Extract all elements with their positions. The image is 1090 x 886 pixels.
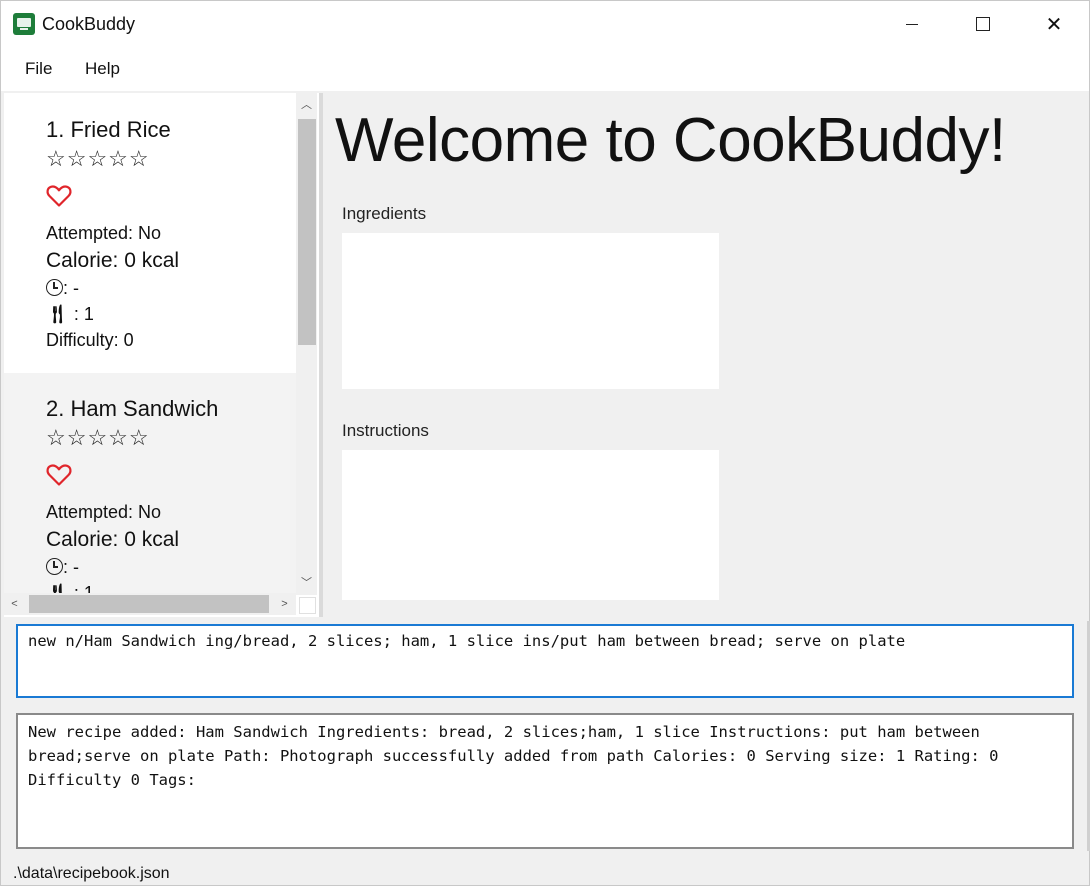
instructions-box xyxy=(342,450,719,600)
cutlery-icon: 🍴︎ xyxy=(46,304,69,324)
close-button[interactable]: ✕ xyxy=(1019,1,1089,47)
list-horizontal-scrollbar[interactable]: < > xyxy=(4,593,296,615)
clock-icon xyxy=(46,279,63,296)
horizontal-scroll-thumb[interactable] xyxy=(29,595,269,613)
recipe-card[interactable]: 1. Fried Rice ☆☆☆☆☆ Attempted: No Calori… xyxy=(4,93,296,373)
calorie-value: Calorie: 0 kcal xyxy=(46,528,180,551)
scroll-right-icon[interactable]: > xyxy=(274,593,295,615)
prep-time-value: : - xyxy=(63,557,79,577)
ingredients-label: Ingredients xyxy=(342,204,427,223)
title-bar[interactable]: CookBuddy ✕ xyxy=(1,1,1089,47)
command-input[interactable]: new n/Ham Sandwich ing/bread, 2 slices; … xyxy=(16,624,1074,698)
result-display[interactable]: New recipe added: Ham Sandwich Ingredien… xyxy=(16,713,1074,849)
difficulty-value: Difficulty: 0 xyxy=(46,330,134,350)
instructions-label: Instructions xyxy=(342,421,429,440)
attempted-status: Attempted: No xyxy=(46,502,162,522)
app-icon xyxy=(13,13,35,35)
welcome-heading: Welcome to CookBuddy! xyxy=(335,106,1006,175)
maximize-button[interactable] xyxy=(948,1,1018,47)
recipe-detail-panel: Welcome to CookBuddy! Ingredients Instru… xyxy=(323,93,1089,617)
menu-bar: File Help xyxy=(1,47,1089,91)
serving-size-value: : 1 xyxy=(68,304,94,324)
vertical-scroll-thumb[interactable] xyxy=(298,119,316,345)
prep-time-value: : - xyxy=(63,278,79,298)
rating-stars: ☆☆☆☆☆ xyxy=(46,425,150,450)
window-title: CookBuddy xyxy=(42,14,136,34)
scrollbar-corner xyxy=(299,597,316,614)
minimize-button[interactable] xyxy=(877,1,947,47)
calorie-value: Calorie: 0 kcal xyxy=(46,249,180,272)
rating-stars: ☆☆☆☆☆ xyxy=(46,146,150,171)
status-bar: .\data\recipebook.json xyxy=(1,857,1089,885)
app-window: CookBuddy ✕ File Help 1. Fried Rice ☆☆☆☆… xyxy=(0,0,1090,886)
heart-icon xyxy=(46,464,72,486)
list-vertical-scrollbar[interactable]: ︿ ﹀ xyxy=(296,93,317,595)
close-icon: ✕ xyxy=(1045,13,1063,36)
scroll-up-icon[interactable]: ︿ xyxy=(296,93,317,115)
data-file-path: .\data\recipebook.json xyxy=(13,865,170,882)
minimize-icon xyxy=(906,23,918,25)
menu-file[interactable]: File xyxy=(25,59,52,79)
prep-time: : - xyxy=(46,278,79,299)
scroll-down-icon[interactable]: ﹀ xyxy=(296,571,317,593)
scroll-left-icon[interactable]: < xyxy=(4,593,25,615)
serving-size: 🍴︎ : 1 xyxy=(46,304,94,325)
attempted-status: Attempted: No xyxy=(46,223,162,243)
clock-icon xyxy=(46,558,63,575)
recipe-name: 2. Ham Sandwich xyxy=(46,396,219,421)
recipe-card[interactable]: 2. Ham Sandwich ☆☆☆☆☆ Attempted: No Calo… xyxy=(4,373,296,613)
ingredients-box xyxy=(342,233,719,389)
prep-time: : - xyxy=(46,557,79,578)
command-text[interactable]: new n/Ham Sandwich ing/bread, 2 slices; … xyxy=(28,632,905,650)
menu-help[interactable]: Help xyxy=(85,59,120,79)
heart-icon xyxy=(46,185,72,207)
recipe-name: 1. Fried Rice xyxy=(46,117,171,142)
result-text: New recipe added: Ham Sandwich Ingredien… xyxy=(28,723,999,789)
maximize-icon xyxy=(976,17,990,31)
recipe-list[interactable]: 1. Fried Rice ☆☆☆☆☆ Attempted: No Calori… xyxy=(4,93,320,617)
